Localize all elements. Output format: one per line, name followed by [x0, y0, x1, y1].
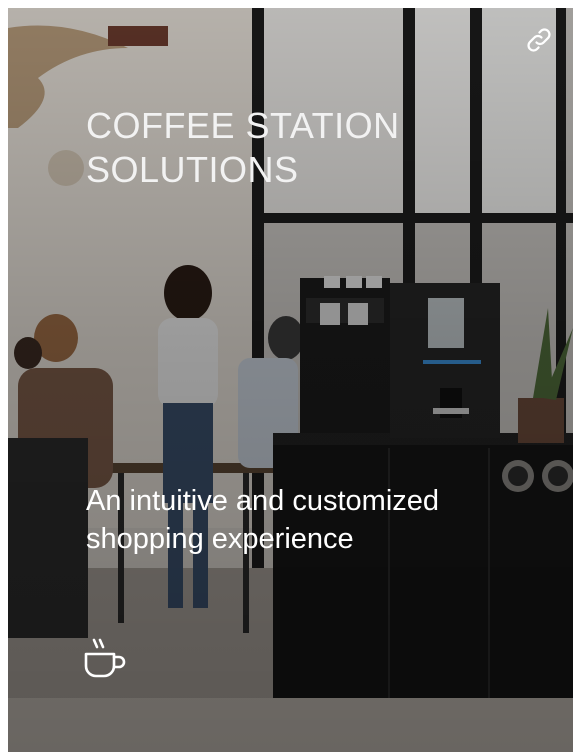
- card-subtitle: An intuitive and customized shopping exp…: [86, 485, 440, 555]
- title-line-1: COFFEE STATION: [86, 105, 400, 146]
- link-icon[interactable]: [519, 20, 559, 60]
- promo-card[interactable]: COFFEE STATION SOLUTIONS An intuitive an…: [8, 8, 573, 752]
- coffee-cup-icon: [80, 634, 132, 686]
- title-line-2: SOLUTIONS: [86, 149, 299, 190]
- card-title: COFFEE STATION SOLUTIONS: [86, 104, 400, 192]
